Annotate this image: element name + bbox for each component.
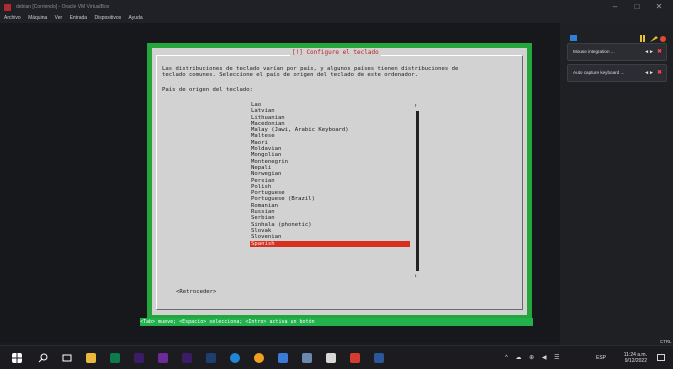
virtualbox-window: debian [Corriendo] - Oracle VM VirtualBo… xyxy=(0,0,673,352)
maximize-button[interactable]: □ xyxy=(626,0,648,14)
menu-dispositivos[interactable]: Dispositivos xyxy=(94,15,121,21)
pin-icon[interactable]: ◄► xyxy=(644,44,654,60)
settings-icon[interactable] xyxy=(650,36,658,42)
app-red-icon[interactable] xyxy=(350,353,360,363)
clock[interactable]: 11:24 a.m. 9/12/2022 xyxy=(624,352,647,364)
menu-ver[interactable]: Ver xyxy=(55,15,63,21)
menu-bar: Archivo Máquina Ver Entrada Dispositivos… xyxy=(0,14,673,23)
country-list[interactable]: Lao Latvian Lithuanian Macedonian Malay … xyxy=(250,102,410,247)
menu-archivo[interactable]: Archivo xyxy=(4,15,21,21)
country-prompt: País de origen del teclado: xyxy=(162,87,253,93)
dialog-description: Las distribuciones de teclado varían por… xyxy=(162,66,458,79)
pin-icon[interactable]: ◄► xyxy=(644,65,654,81)
file-explorer-icon[interactable] xyxy=(86,353,96,363)
language-indicator[interactable]: ESP xyxy=(596,355,606,361)
au-app-icon[interactable] xyxy=(134,353,144,363)
notification-mouse-integration[interactable]: Mouse integration ... ◄► ✖ xyxy=(567,43,667,61)
minimize-button[interactable]: – xyxy=(604,0,626,14)
ps-app-icon[interactable] xyxy=(206,353,216,363)
menu-maquina[interactable]: Máquina xyxy=(28,15,47,21)
list-item-selected[interactable]: Spanish xyxy=(250,240,410,247)
notification-center-icon[interactable] xyxy=(657,354,665,361)
word-icon[interactable] xyxy=(374,353,384,363)
close-icon[interactable]: ✖ xyxy=(657,65,662,81)
app-icon[interactable] xyxy=(302,353,312,363)
pause-icon[interactable] xyxy=(640,35,642,42)
virtualbox-icon xyxy=(4,4,11,11)
notification-label: Mouse integration ... xyxy=(573,49,615,54)
menu-entrada[interactable]: Entrada xyxy=(70,15,88,21)
dialog-title: [!] Configure el teclado xyxy=(290,48,381,58)
ai-app-icon[interactable] xyxy=(182,353,192,363)
back-button[interactable]: <Retroceder> xyxy=(176,289,216,295)
system-tray-icons[interactable]: ^ ☁ ⊕ ◀ ☰ xyxy=(505,354,563,361)
scrollbar-thumb[interactable] xyxy=(416,111,419,271)
search-icon[interactable] xyxy=(38,353,48,363)
window-title: debian [Corriendo] - Oracle VM VirtualBo… xyxy=(16,4,110,10)
windows-start-icon[interactable] xyxy=(12,353,22,363)
pr-app-icon[interactable] xyxy=(158,353,168,363)
clock-date: 9/12/2022 xyxy=(624,358,647,364)
close-button[interactable]: ✕ xyxy=(648,0,670,14)
description-line-2: teclado comunes. Seleccione el país de o… xyxy=(162,72,418,79)
windows-taskbar: ^ ☁ ⊕ ◀ ☰ ESP 11:24 a.m. 9/12/2022 xyxy=(0,345,673,369)
power-icon[interactable] xyxy=(660,36,666,42)
chrome-icon[interactable] xyxy=(254,353,264,363)
vm-monitor-icon[interactable] xyxy=(570,35,577,41)
scroll-up-arrow[interactable]: ↑ xyxy=(414,103,417,109)
title-bar: debian [Corriendo] - Oracle VM VirtualBo… xyxy=(0,0,673,14)
task-view-icon[interactable] xyxy=(62,353,72,363)
edge-icon[interactable] xyxy=(230,353,240,363)
notification-label: Auto capture keyboard ... xyxy=(573,70,625,75)
notification-auto-capture[interactable]: Auto capture keyboard ... ◄► ✖ xyxy=(567,64,667,82)
ae-app-icon[interactable] xyxy=(110,353,120,363)
store-icon[interactable] xyxy=(278,353,288,363)
virtualbox-taskbar-icon[interactable] xyxy=(326,353,336,363)
scroll-down-arrow[interactable]: ↓ xyxy=(414,273,417,279)
status-hint: <Tab> mueve; <Espacio> selecciona; <Intr… xyxy=(140,319,315,325)
menu-ayuda[interactable]: Ayuda xyxy=(129,15,143,21)
list-scrollbar[interactable] xyxy=(416,111,420,271)
close-icon[interactable]: ✖ xyxy=(657,44,662,60)
